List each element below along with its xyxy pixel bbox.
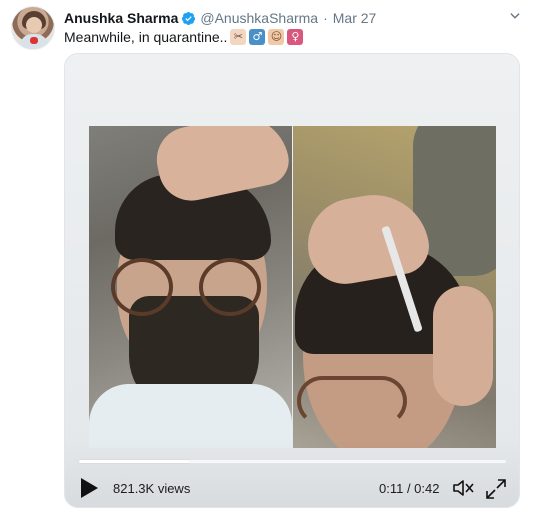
video-time: 0:11 / 0:42 (379, 481, 440, 496)
tweet-text: Meanwhile, in quarantine.. (64, 29, 228, 45)
video-frame-right (293, 126, 496, 448)
tweet-timestamp[interactable]: Mar 27 (333, 10, 377, 26)
separator-dot: · (323, 10, 328, 26)
expand-icon[interactable] (485, 478, 507, 500)
male-sign-emoji: ♂ (249, 29, 266, 45)
barber-emoji: ✂ (230, 29, 247, 45)
video-player[interactable]: 821.3K views 0:11 / 0:42 (64, 53, 520, 508)
video-frame-left (89, 126, 292, 448)
tweet-header: Anushka Sharma @AnushkaSharma · Mar 27 (64, 8, 376, 28)
tweet-text-row: Meanwhile, in quarantine.. ✂ ♂ ☺ ♀ (64, 29, 304, 45)
author-name[interactable]: Anushka Sharma (64, 10, 178, 26)
verified-badge-icon (182, 11, 196, 25)
video-progress-fill (79, 460, 191, 463)
speaker-muted-icon[interactable] (452, 478, 476, 498)
female-sign-emoji: ♀ (287, 29, 304, 45)
chevron-down-icon[interactable] (508, 9, 522, 23)
author-handle[interactable]: @AnushkaSharma (200, 10, 318, 26)
avatar[interactable] (11, 6, 55, 50)
tweet[interactable]: Anushka Sharma @AnushkaSharma · Mar 27 M… (0, 0, 547, 513)
play-icon[interactable] (79, 477, 99, 499)
view-count: 821.3K views (113, 481, 191, 496)
video-progress-bar[interactable] (79, 460, 506, 463)
person-emoji: ☺ (268, 29, 285, 45)
